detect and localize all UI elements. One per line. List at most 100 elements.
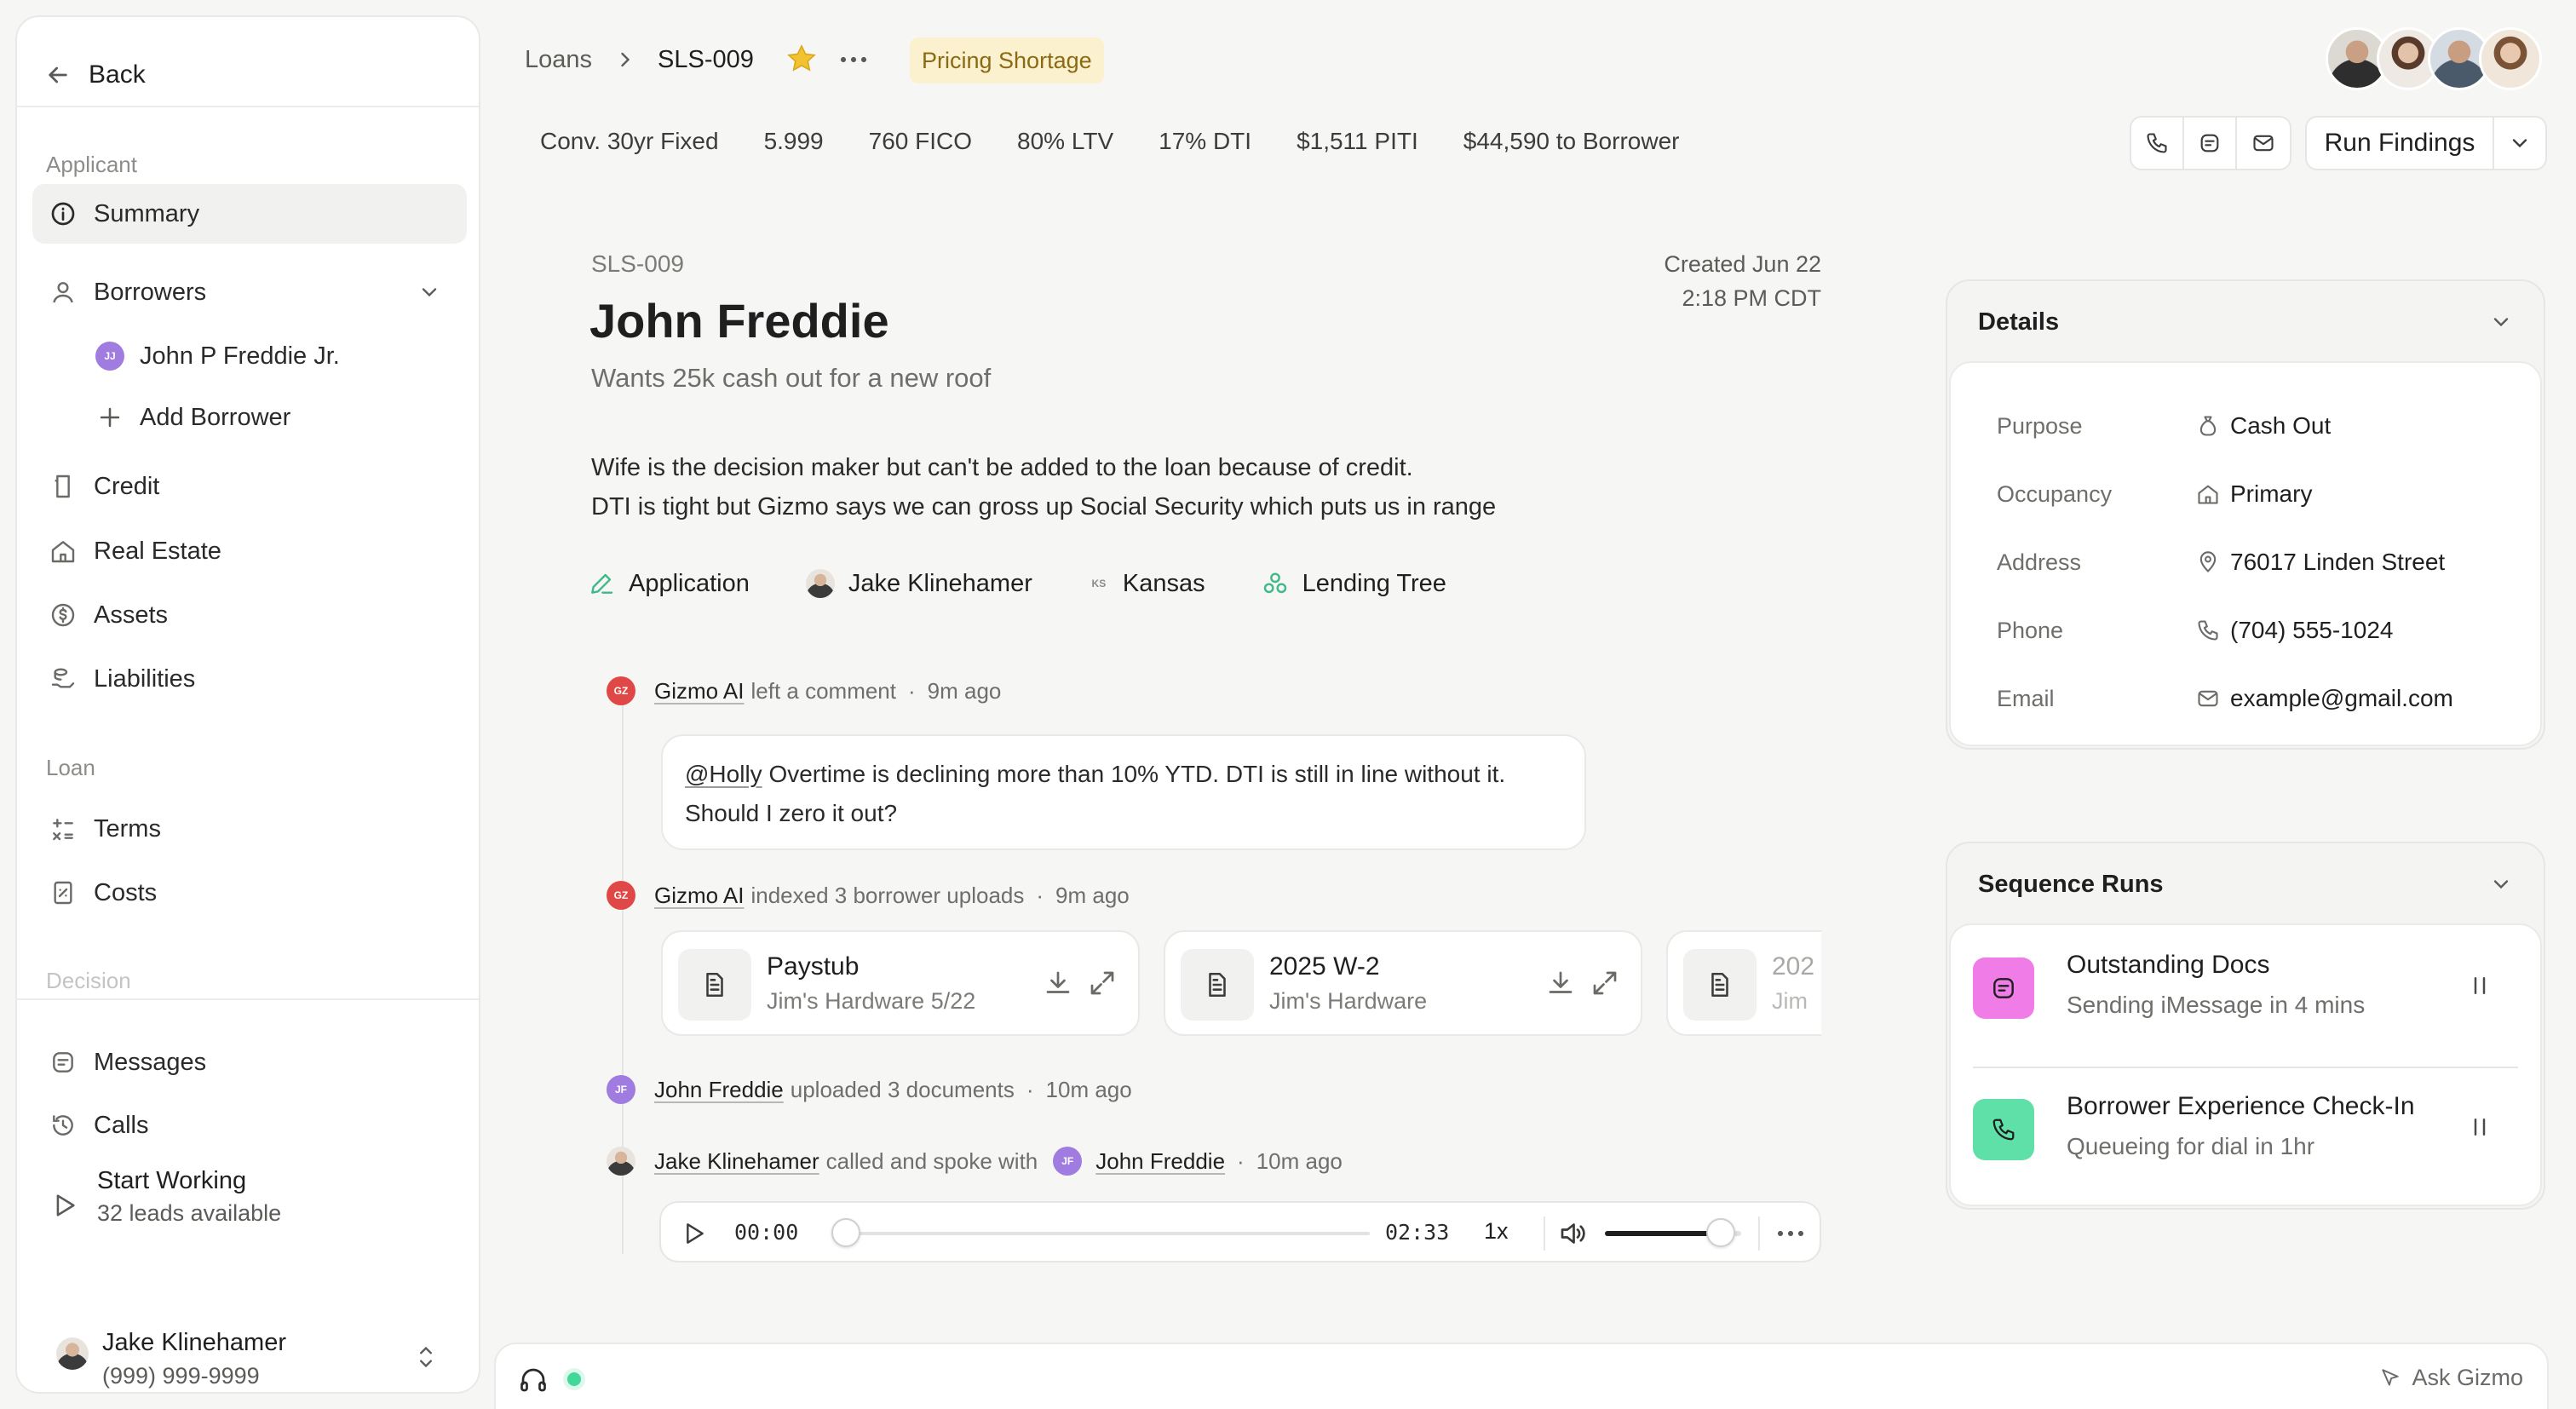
sidebar-item-liabilities[interactable]: Liabilities <box>32 649 467 709</box>
sequence-status: Sending iMessage in 4 mins <box>2067 992 2366 1018</box>
more-icon[interactable] <box>837 48 871 72</box>
doc-thumb <box>1683 949 1757 1021</box>
sidebar-item-messages[interactable]: Messages <box>32 1032 467 1092</box>
sidebar-item-label: Credit <box>94 472 160 500</box>
borrower-name: John P Freddie Jr. <box>140 342 340 370</box>
playback-speed-button[interactable]: 1x <box>1484 1218 1509 1245</box>
chevron-down-icon[interactable] <box>417 280 441 304</box>
start-working-button[interactable]: Start Working 32 leads available <box>49 1167 281 1227</box>
sequence-runs-header[interactable]: Sequence Runs <box>1947 843 2544 925</box>
detail-label: Email <box>1997 685 2055 711</box>
detail-label: Phone <box>1997 617 2064 643</box>
info-icon <box>51 202 75 226</box>
event-actor[interactable]: John Freddie <box>654 1077 784 1103</box>
note-line: DTI is tight but Gizmo says we can gross… <box>591 493 1497 520</box>
sidebar-item-summary[interactable]: Summary <box>32 184 467 244</box>
file-card[interactable]: 202 Jim <box>1666 930 1821 1036</box>
call-button[interactable] <box>2131 118 2184 169</box>
expand-icon[interactable] <box>1087 968 1118 998</box>
sidebar-item-label: Assets <box>94 601 169 629</box>
detail-value[interactable]: (704) 555-1024 <box>2230 617 2393 644</box>
tag-source[interactable]: Lending Tree <box>1262 570 1446 598</box>
detail-value: Primary <box>2230 480 2313 507</box>
player-divider <box>1758 1216 1760 1251</box>
more-icon[interactable] <box>1774 1222 1808 1245</box>
chevron-right-icon <box>621 52 630 67</box>
tag-label: Lending Tree <box>1302 569 1446 597</box>
sidebar-item-credit[interactable]: Credit <box>32 457 467 516</box>
comment-bubble: @Holly Overtime is declining more than 1… <box>661 734 1586 850</box>
sidebar-item-real-estate[interactable]: Real Estate <box>32 521 467 581</box>
comment-mention[interactable]: @Holly <box>685 761 762 787</box>
breadcrumb-root[interactable]: Loans <box>525 41 592 78</box>
headphones-icon[interactable] <box>518 1365 549 1395</box>
team-avatars[interactable] <box>2326 27 2542 90</box>
sidebar-item-label: Terms <box>94 814 161 843</box>
loan-stats: Conv. 30yr Fixed 5.999 760 FICO 80% LTV … <box>540 128 1724 155</box>
sequence-runs-body: Outstanding Docs Sending iMessage in 4 m… <box>1949 923 2542 1206</box>
file-card[interactable]: Paystub Jim's Hardware 5/22 <box>661 930 1140 1036</box>
player-scrubber[interactable] <box>833 1232 1370 1235</box>
sidebar-item-borrower[interactable]: JJ John P Freddie Jr. <box>95 331 340 382</box>
run-findings-button[interactable]: Run Findings <box>2307 118 2493 169</box>
detail-row-occupancy: Occupancy Primary <box>1997 475 2312 513</box>
expand-icon[interactable] <box>1590 968 1620 998</box>
download-icon[interactable] <box>1545 968 1576 998</box>
stat-product: Conv. 30yr Fixed <box>540 128 719 154</box>
detail-label: Occupancy <box>1997 480 2113 507</box>
phone-icon <box>1992 1119 2015 1141</box>
separator-dot: · <box>1026 1076 1034 1102</box>
pause-icon[interactable] <box>2467 973 2493 998</box>
home-icon <box>51 541 75 563</box>
volume-icon[interactable] <box>1557 1218 1588 1249</box>
sidebar-item-calls[interactable]: Calls <box>32 1096 467 1155</box>
sequence-item[interactable]: Borrower Experience Check-In Queueing fo… <box>1973 1068 2518 1188</box>
user-icon <box>53 282 73 303</box>
detail-value[interactable]: example@gmail.com <box>2230 685 2453 712</box>
sequence-icon-tile <box>1973 958 2034 1019</box>
event-action: uploaded 3 documents <box>790 1076 1015 1102</box>
user-name: Jake Klinehamer <box>102 1329 286 1356</box>
pause-icon[interactable] <box>2467 1114 2493 1140</box>
sidebar-item-costs[interactable]: Costs <box>32 863 467 923</box>
mail-icon <box>2198 690 2218 707</box>
sequence-item[interactable]: Outstanding Docs Sending iMessage in 4 m… <box>1973 927 2518 1046</box>
event-actor[interactable]: Gizmo AI <box>654 678 744 704</box>
add-borrower-button[interactable]: Add Borrower <box>95 392 290 443</box>
event-actor[interactable]: Gizmo AI <box>654 883 744 909</box>
download-icon[interactable] <box>1043 968 1073 998</box>
separator-dot: · <box>908 677 916 704</box>
star-icon[interactable] <box>785 43 818 75</box>
details-header[interactable]: Details <box>1947 281 2544 363</box>
tag-application[interactable]: Application <box>588 570 750 598</box>
event-target[interactable]: John Freddie <box>1095 1148 1225 1175</box>
sidebar-item-assets[interactable]: Assets <box>32 585 467 645</box>
sidebar-divider <box>17 998 479 1000</box>
event-action: called and spoke with <box>825 1147 1038 1174</box>
user-switcher[interactable]: Jake Klinehamer (999) 999-9999 <box>56 1314 457 1389</box>
play-icon <box>56 1194 75 1216</box>
borrower-avatar: JJ <box>95 342 124 371</box>
ask-gizmo-button[interactable]: Ask Gizmo <box>2379 1365 2523 1391</box>
run-findings-dropdown[interactable] <box>2493 118 2545 169</box>
volume-thumb[interactable] <box>1706 1218 1735 1247</box>
sequence-runs-card: Sequence Runs Outstanding Docs Sending i… <box>1946 842 2545 1210</box>
officer-avatar <box>805 569 835 598</box>
tag-state[interactable]: KS Kansas <box>1089 570 1205 598</box>
message-button[interactable] <box>2184 118 2237 169</box>
loan-tags: Application Jake Klinehamer KS Kansas Le… <box>588 569 1503 598</box>
sidebar-item-borrowers[interactable]: Borrowers <box>32 262 467 322</box>
sidebar-item-terms[interactable]: Terms <box>32 799 467 859</box>
player-scrubber-thumb[interactable] <box>831 1218 860 1247</box>
phone-icon <box>2198 620 2218 641</box>
file-card[interactable]: 2025 W-2 Jim's Hardware <box>1164 930 1642 1036</box>
event-actor[interactable]: Jake Klinehamer <box>654 1148 819 1175</box>
document-icon <box>706 972 723 998</box>
email-button[interactable] <box>2237 118 2290 169</box>
tag-officer[interactable]: Jake Klinehamer <box>805 569 1032 598</box>
play-icon[interactable] <box>680 1220 707 1247</box>
file-carousel[interactable]: Paystub Jim's Hardware 5/22 2025 W-2 Jim… <box>661 930 1821 1038</box>
back-button[interactable]: Back <box>44 51 146 99</box>
sidebar-item-label: Borrowers <box>94 278 207 306</box>
detail-value[interactable]: 76017 Linden Street <box>2230 549 2445 576</box>
